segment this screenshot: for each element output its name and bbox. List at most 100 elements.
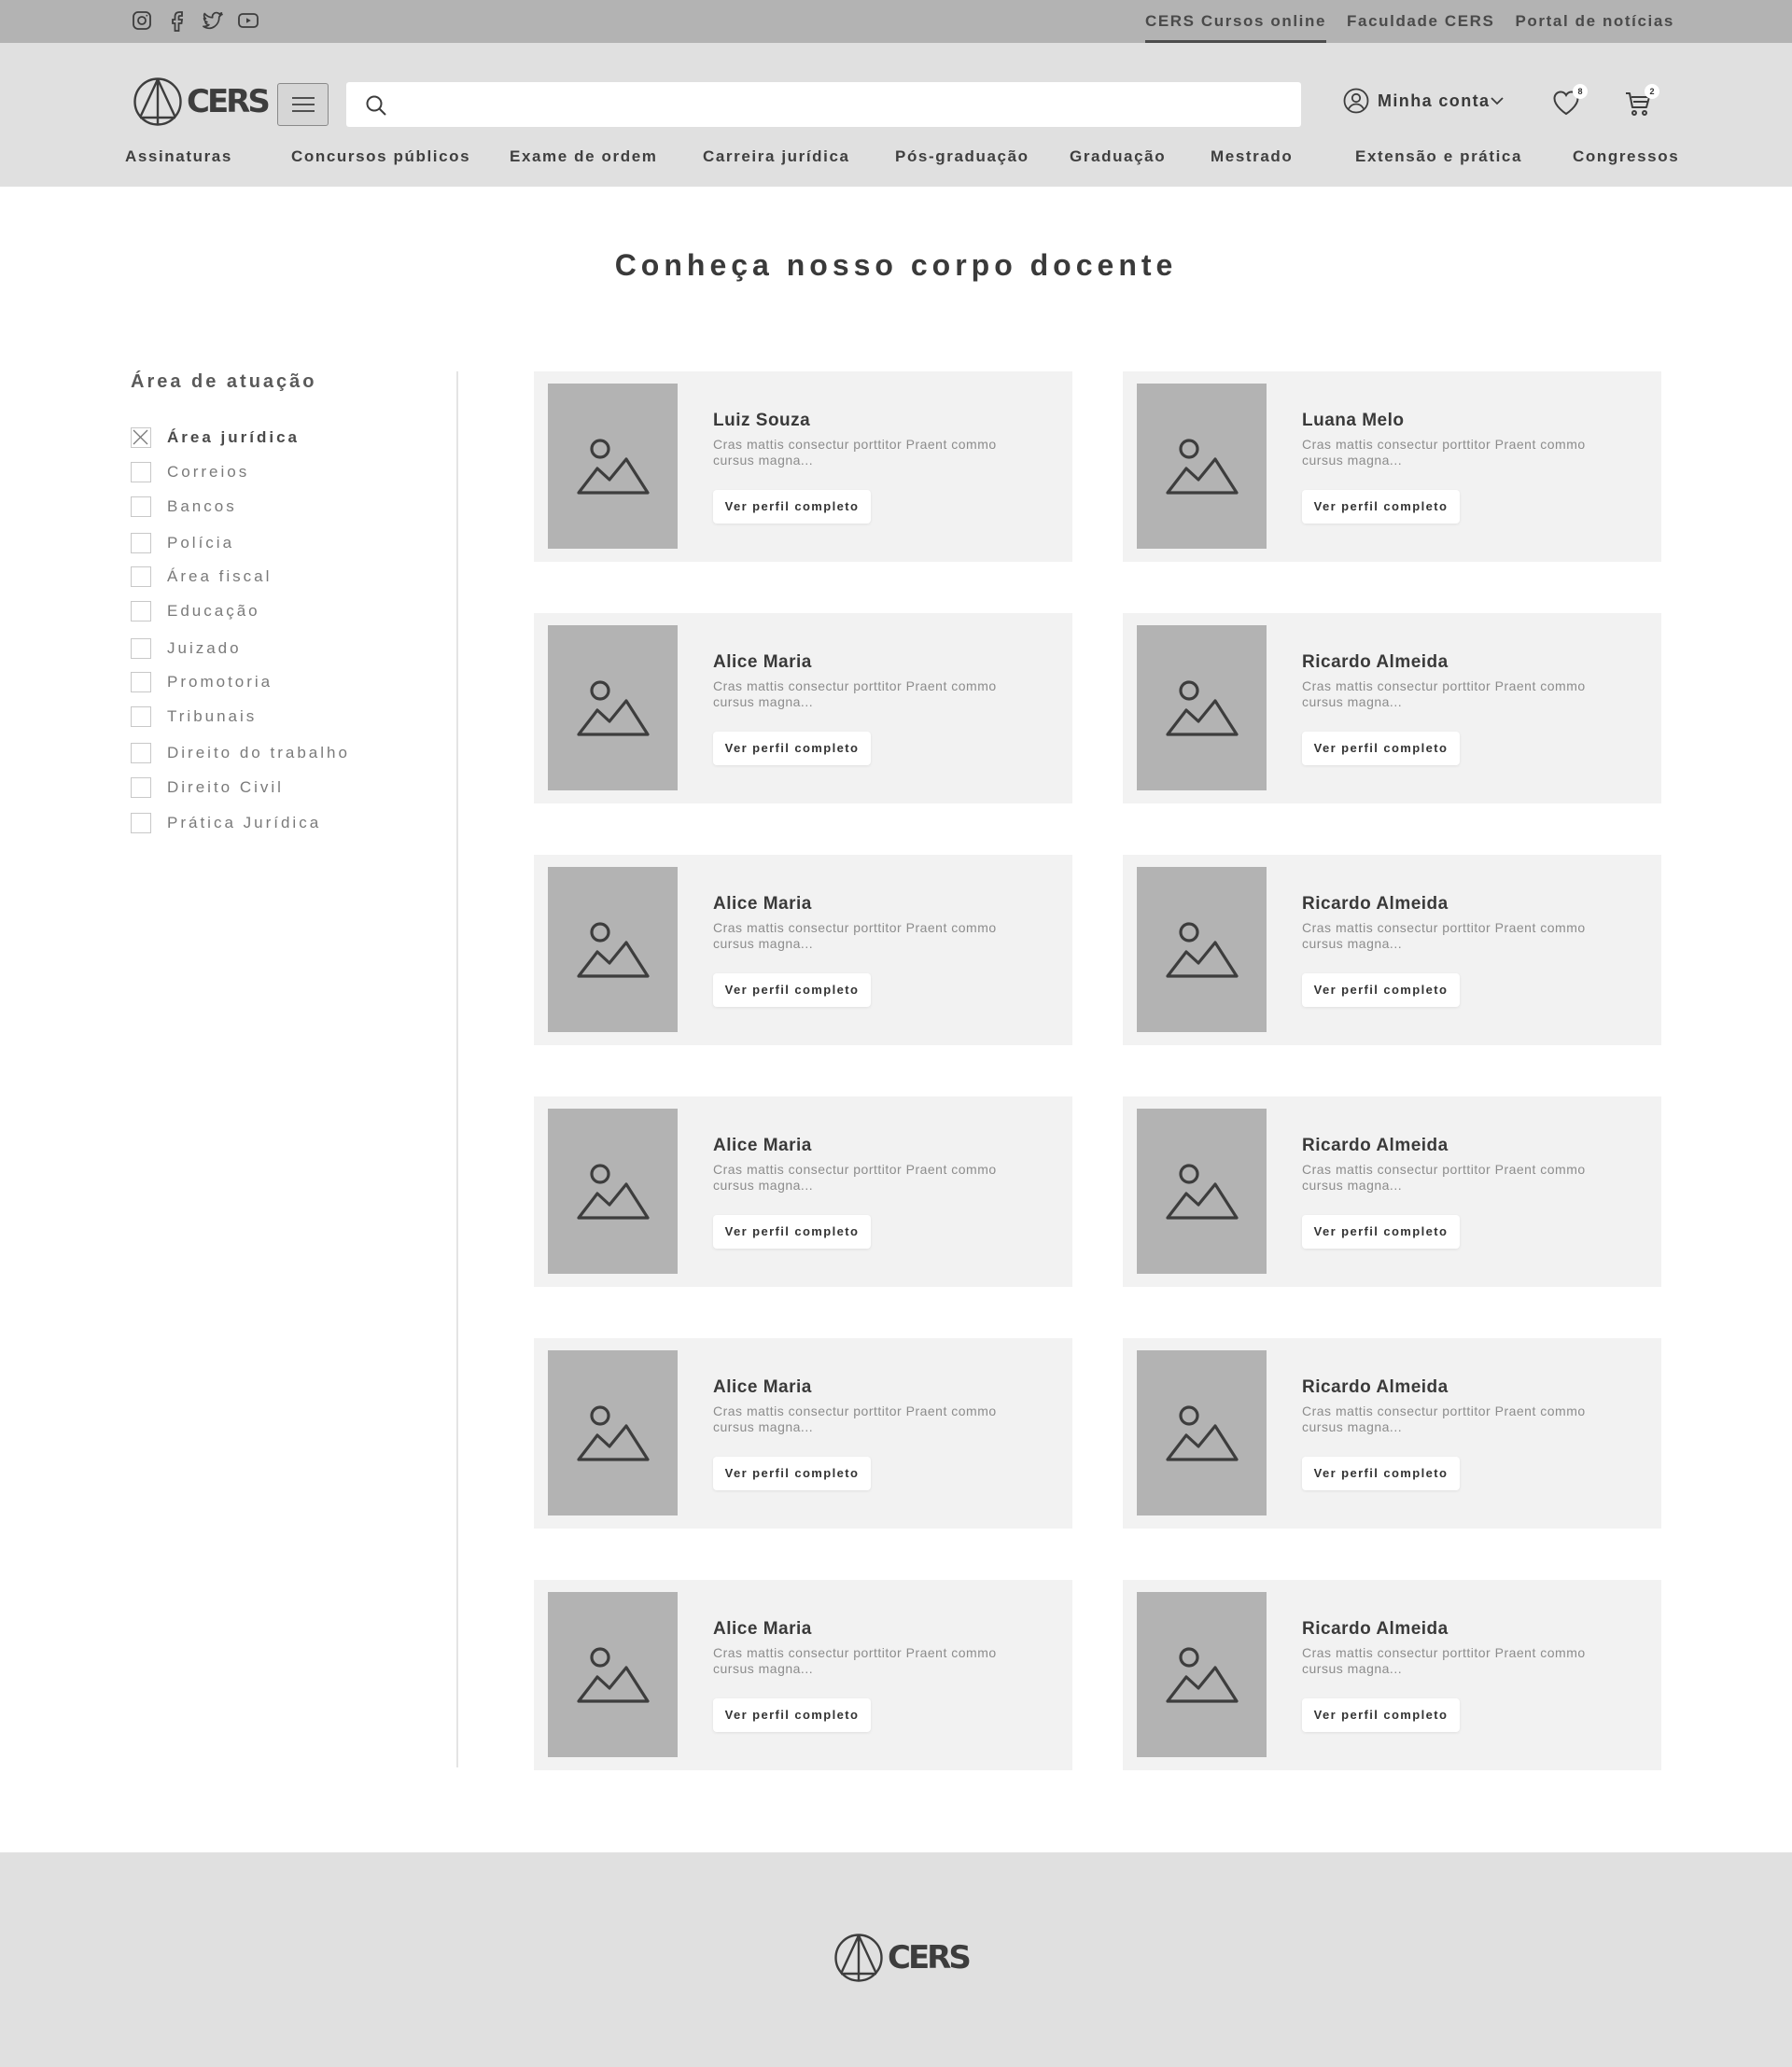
view-profile-button[interactable]: Ver perfil completo bbox=[713, 732, 871, 765]
teacher-photo bbox=[1137, 1109, 1267, 1274]
filter-option[interactable]: Promotoria bbox=[131, 672, 273, 692]
footer-logo[interactable]: CERS bbox=[833, 1933, 972, 1983]
nav-item-assinaturas[interactable]: Assinaturas bbox=[125, 147, 232, 166]
filter-label: Direito Civil bbox=[167, 778, 284, 796]
teacher-photo bbox=[1137, 867, 1267, 1032]
checkbox[interactable] bbox=[131, 777, 151, 798]
filter-title: Área de atuação bbox=[131, 371, 317, 392]
teacher-card: Alice Maria Cras mattis consectur porttit… bbox=[534, 1580, 1072, 1770]
cers-logo-icon bbox=[834, 1934, 883, 1982]
checkbox[interactable] bbox=[131, 706, 151, 727]
teacher-description: Cras mattis consectur porttitor Praent c… bbox=[1302, 920, 1586, 951]
checkbox[interactable] bbox=[131, 638, 151, 659]
checkbox[interactable] bbox=[131, 496, 151, 517]
filter-option[interactable]: Tribunais bbox=[131, 706, 257, 727]
teacher-description: Cras mattis consectur porttitor Praent c… bbox=[713, 437, 997, 468]
checkbox[interactable] bbox=[131, 533, 151, 553]
toplink-cers-cursos-online[interactable]: CERS Cursos online bbox=[1144, 0, 1327, 43]
teacher-card: Ricardo Almeida Cras mattis consectur por… bbox=[1123, 1096, 1661, 1287]
checkbox[interactable] bbox=[131, 462, 151, 482]
nav-item-extensao-e-pratica[interactable]: Extensão e prática bbox=[1355, 147, 1522, 166]
view-profile-button[interactable]: Ver perfil completo bbox=[1302, 1698, 1460, 1732]
footer: CERS bbox=[0, 1852, 1792, 2067]
filter-option[interactable]: Direito do trabalho bbox=[131, 743, 350, 763]
nav-item-exame-de-ordem[interactable]: Exame de ordem bbox=[510, 147, 657, 166]
teacher-description: Cras mattis consectur porttitor Praent c… bbox=[713, 1404, 997, 1434]
footer-logo-text: CERS bbox=[888, 1939, 972, 1976]
checkbox[interactable] bbox=[131, 672, 151, 692]
main-nav: Assinaturas Concursos públicos Exame de … bbox=[0, 147, 1792, 175]
facebook-icon[interactable] bbox=[166, 9, 189, 32]
view-profile-button[interactable]: Ver perfil completo bbox=[1302, 732, 1460, 765]
checkbox[interactable] bbox=[131, 601, 151, 621]
nav-item-graduacao[interactable]: Graduação bbox=[1070, 147, 1166, 166]
cers-logo[interactable]: CERS bbox=[133, 77, 271, 127]
toplink-faculdade-cers[interactable]: Faculdade CERS bbox=[1347, 0, 1494, 43]
view-profile-button[interactable]: Ver perfil completo bbox=[713, 1215, 871, 1249]
search-icon[interactable] bbox=[365, 94, 387, 117]
filter-option[interactable]: Bancos bbox=[131, 496, 237, 517]
teacher-card: Alice Maria Cras mattis consectur porttit… bbox=[534, 613, 1072, 803]
view-profile-button[interactable]: Ver perfil completo bbox=[1302, 973, 1460, 1007]
checkbox[interactable] bbox=[131, 813, 151, 833]
view-profile-button[interactable]: Ver perfil completo bbox=[1302, 490, 1460, 524]
teacher-card: Luiz Souza Cras mattis consectur porttito… bbox=[534, 371, 1072, 562]
twitter-icon[interactable] bbox=[202, 9, 224, 32]
account-menu[interactable]: Minha conta bbox=[1343, 88, 1505, 114]
teacher-photo bbox=[1137, 384, 1267, 549]
view-profile-button[interactable]: Ver perfil completo bbox=[713, 1457, 871, 1490]
teacher-name: Ricardo Almeida bbox=[1302, 894, 1449, 914]
instagram-icon[interactable] bbox=[131, 9, 153, 32]
image-placeholder-icon bbox=[576, 679, 650, 736]
filter-label: Educação bbox=[167, 602, 260, 620]
teacher-photo bbox=[1137, 625, 1267, 790]
top-bar: CERS Cursos online Faculdade CERS Portal… bbox=[0, 0, 1792, 43]
nav-item-concursos-publicos[interactable]: Concursos públicos bbox=[291, 147, 470, 166]
image-placeholder-icon bbox=[1165, 1646, 1239, 1703]
checkbox-checked[interactable] bbox=[131, 427, 151, 448]
checkbox[interactable] bbox=[131, 566, 151, 587]
teacher-photo bbox=[1137, 1592, 1267, 1757]
search-input[interactable] bbox=[399, 82, 1285, 127]
filter-option[interactable]: Educação bbox=[131, 601, 260, 621]
filter-label: Bancos bbox=[167, 497, 237, 515]
teacher-description: Cras mattis consectur porttitor Praent c… bbox=[1302, 1162, 1586, 1193]
teacher-photo bbox=[548, 625, 678, 790]
teacher-photo bbox=[548, 867, 678, 1032]
teacher-name: Alice Maria bbox=[713, 1619, 812, 1639]
nav-item-mestrado[interactable]: Mestrado bbox=[1211, 147, 1293, 166]
view-profile-button[interactable]: Ver perfil completo bbox=[1302, 1215, 1460, 1249]
checkbox[interactable] bbox=[131, 743, 151, 763]
menu-button[interactable] bbox=[277, 83, 329, 126]
filter-option[interactable]: Prática Jurídica bbox=[131, 813, 321, 833]
nav-item-congressos[interactable]: Congressos bbox=[1573, 147, 1679, 166]
filter-option[interactable]: Área fiscal bbox=[131, 566, 272, 587]
filter-label: Juizado bbox=[167, 639, 242, 657]
cart-button[interactable]: 2 bbox=[1624, 84, 1659, 122]
nav-item-carreira-juridica[interactable]: Carreira jurídica bbox=[703, 147, 850, 166]
view-profile-button[interactable]: Ver perfil completo bbox=[713, 973, 871, 1007]
account-label: Minha conta bbox=[1378, 91, 1491, 110]
teacher-name: Ricardo Almeida bbox=[1302, 1377, 1449, 1397]
youtube-icon[interactable] bbox=[237, 9, 259, 32]
filter-label: Área fiscal bbox=[167, 567, 273, 585]
toplink-portal-de-noticias[interactable]: Portal de notícias bbox=[1515, 0, 1674, 43]
filter-option[interactable]: Área jurídica bbox=[131, 427, 300, 448]
filter-option[interactable]: Polícia bbox=[131, 533, 234, 553]
wishlist-count-badge: 8 bbox=[1573, 84, 1588, 99]
filter-label: Promotoria bbox=[167, 673, 273, 691]
image-placeholder-icon bbox=[576, 1404, 650, 1461]
wishlist-button[interactable]: 8 bbox=[1552, 84, 1588, 120]
view-profile-button[interactable]: Ver perfil completo bbox=[713, 1698, 871, 1732]
view-profile-button[interactable]: Ver perfil completo bbox=[1302, 1457, 1460, 1490]
teacher-photo bbox=[548, 1592, 678, 1757]
teacher-card: Ricardo Almeida Cras mattis consectur por… bbox=[1123, 613, 1661, 803]
teacher-photo bbox=[548, 1109, 678, 1274]
filter-label: Tribunais bbox=[167, 707, 258, 725]
view-profile-button[interactable]: Ver perfil completo bbox=[713, 490, 871, 524]
nav-item-pos-graduacao[interactable]: Pós-graduação bbox=[895, 147, 1029, 166]
filter-option[interactable]: Juizado bbox=[131, 638, 242, 659]
social-links bbox=[131, 9, 259, 32]
filter-option[interactable]: Direito Civil bbox=[131, 777, 284, 798]
filter-option[interactable]: Correios bbox=[131, 462, 249, 482]
